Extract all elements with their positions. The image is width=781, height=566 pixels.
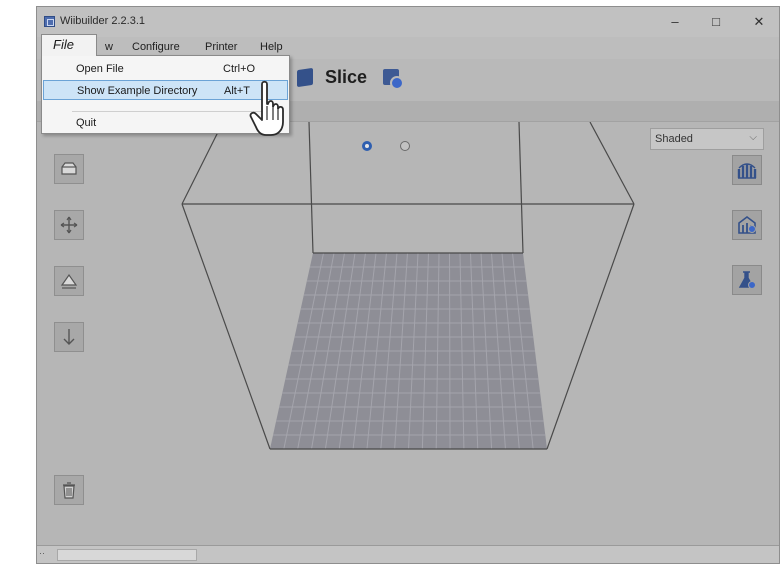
hand-cursor-icon	[249, 80, 284, 136]
move-icon[interactable]	[54, 210, 84, 240]
rotate-icon[interactable]	[54, 266, 84, 296]
flask-icon[interactable]	[732, 265, 762, 295]
support-settings-icon[interactable]	[732, 210, 762, 240]
chevron-down-icon: ⌵	[749, 132, 757, 143]
file-menu-label: File	[53, 37, 74, 52]
slice-settings-icon[interactable]	[383, 69, 404, 90]
3d-viewport[interactable]	[37, 122, 779, 545]
view-radio-1[interactable]	[362, 141, 372, 151]
open-model-icon[interactable]	[54, 154, 84, 184]
menu-item-label: Show Example Directory	[77, 85, 198, 97]
menu-item-label: Open File	[76, 63, 124, 75]
menu-item-shortcut: Ctrl+O	[223, 63, 256, 75]
title-bar: Wiibuilder 2.2.3.1 – □ ✕	[37, 7, 779, 37]
status-bar: ··	[37, 545, 779, 563]
maximize-button[interactable]: □	[701, 12, 731, 32]
trash-icon[interactable]	[54, 475, 84, 505]
horizontal-scrollbar[interactable]	[57, 549, 197, 561]
build-volume	[181, 122, 635, 450]
layer-view-icon[interactable]	[732, 155, 762, 185]
render-mode-value: Shaded	[655, 133, 693, 145]
menu-item-shortcut: Alt+T	[224, 85, 250, 97]
menu-printer[interactable]: Printer	[205, 41, 237, 53]
menu-help[interactable]: Help	[260, 41, 283, 53]
minimize-button[interactable]: –	[660, 12, 690, 32]
view-radio-2[interactable]	[400, 141, 410, 151]
menu-item-open-file[interactable]: Open File Ctrl+O	[43, 59, 288, 79]
menu-configure[interactable]: Configure	[132, 41, 180, 53]
app-logo-icon	[44, 16, 55, 27]
menu-view[interactable]: w	[105, 41, 113, 53]
drop-to-bed-icon[interactable]	[54, 322, 84, 352]
file-menu-open-tab[interactable]: File	[41, 34, 97, 56]
render-mode-select[interactable]: Shaded ⌵	[650, 128, 764, 150]
status-grip-icon: ··	[39, 548, 45, 558]
close-button[interactable]: ✕	[744, 12, 774, 32]
window-title: Wiibuilder 2.2.3.1	[60, 15, 145, 27]
slice-button[interactable]: Slice	[325, 67, 367, 88]
menu-item-label: Quit	[76, 117, 97, 129]
cube-icon[interactable]	[297, 67, 313, 88]
